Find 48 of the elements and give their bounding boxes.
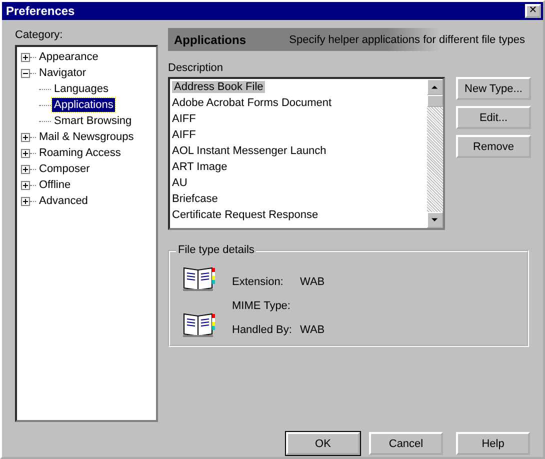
expand-icon[interactable] — [21, 52, 30, 62]
dialog-button[interactable]: Help — [456, 432, 530, 455]
tree-item[interactable]: Roaming Access — [37, 146, 123, 160]
scroll-down-arrow-icon[interactable] — [427, 212, 443, 228]
action-button[interactable]: Remove — [456, 135, 531, 158]
group-legend: File type details — [176, 244, 256, 256]
tree-item[interactable]: Languages — [52, 82, 110, 96]
window-title: Preferences — [6, 4, 75, 18]
list-item[interactable]: Adobe Acrobat Forms Document — [172, 97, 332, 109]
description-label: Description — [168, 61, 224, 75]
scroll-up-arrow-icon[interactable] — [427, 79, 443, 95]
category-label: Category: — [15, 28, 64, 42]
section-title: Applications — [174, 32, 246, 46]
list-item[interactable]: AU — [172, 177, 188, 189]
expand-icon[interactable] — [21, 196, 30, 206]
list-item[interactable]: Briefcase — [172, 193, 218, 205]
field-label: Extension: — [232, 276, 284, 288]
list-item[interactable]: AOL Instant Messenger Launch — [172, 145, 326, 157]
tree-item[interactable]: Advanced — [37, 194, 90, 208]
list-item[interactable]: ART Image — [172, 161, 228, 173]
dialog-button[interactable]: OK — [286, 432, 360, 455]
action-button[interactable]: Edit... — [456, 106, 531, 129]
list-item[interactable]: AIFF — [172, 129, 196, 141]
scrollbar[interactable] — [427, 79, 443, 228]
list-item[interactable]: AIFF — [172, 113, 196, 125]
expand-icon[interactable] — [21, 148, 30, 158]
scroll-thumb[interactable] — [427, 95, 443, 107]
expand-icon[interactable] — [21, 180, 30, 190]
tree-item[interactable]: Applications — [52, 98, 116, 112]
field-label: MIME Type: — [232, 300, 292, 312]
list-item[interactable]: Address Book File — [172, 81, 266, 93]
collapse-icon[interactable] — [21, 68, 30, 78]
field-label: Handled By: — [232, 324, 293, 336]
tree-item[interactable]: Composer — [37, 162, 92, 176]
tree-item[interactable]: Appearance — [37, 50, 100, 64]
action-button[interactable]: New Type... — [456, 77, 531, 100]
tree-item[interactable]: Navigator — [37, 66, 88, 80]
expand-icon[interactable] — [21, 164, 30, 174]
close-button[interactable]: ✕ — [525, 4, 541, 18]
tree-item[interactable]: Mail & Newsgroups — [37, 130, 136, 144]
dialog-button[interactable]: Cancel — [369, 432, 443, 455]
field-value: WAB — [300, 276, 325, 288]
tree-item[interactable]: Offline — [37, 178, 73, 192]
list-item[interactable]: Certificate Request Response — [172, 209, 318, 221]
expand-icon[interactable] — [21, 132, 30, 142]
tree-item[interactable]: Smart Browsing — [52, 114, 134, 128]
field-value: WAB — [300, 324, 325, 336]
section-subtitle: Specify helper applications for different file types — [289, 34, 525, 46]
